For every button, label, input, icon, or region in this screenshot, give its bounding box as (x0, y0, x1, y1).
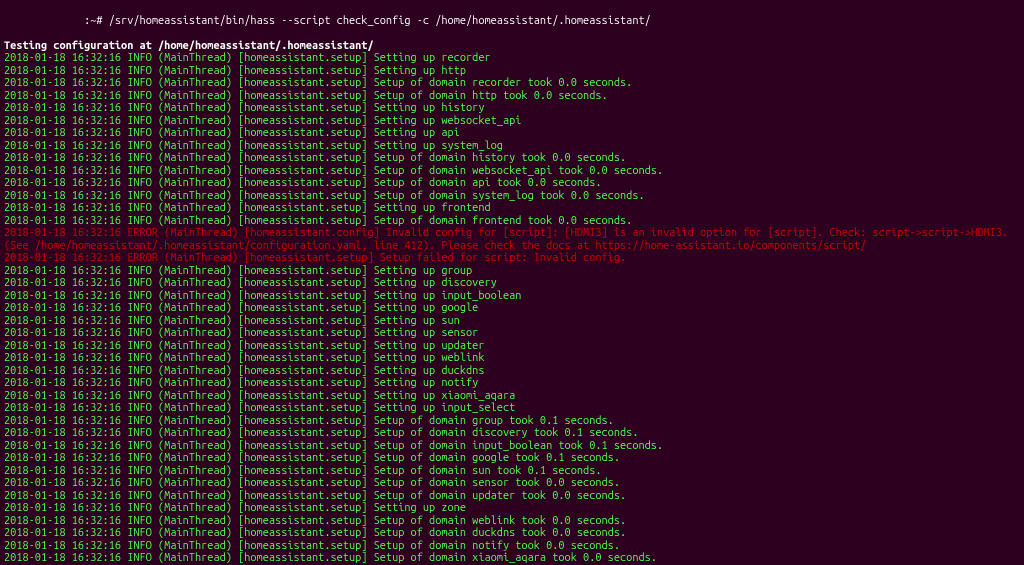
log-line-info: 2018-01-18 16:32:16 INFO (MainThread) [h… (4, 290, 1020, 303)
log-line-info: 2018-01-18 16:32:16 INFO (MainThread) [h… (4, 65, 1020, 78)
log-line-info: 2018-01-18 16:32:16 INFO (MainThread) [h… (4, 465, 1020, 478)
log-line-info: 2018-01-18 16:32:16 INFO (MainThread) [h… (4, 152, 1020, 165)
log-line-info: 2018-01-18 16:32:16 INFO (MainThread) [h… (4, 165, 1020, 178)
log-line-info: 2018-01-18 16:32:16 INFO (MainThread) [h… (4, 415, 1020, 428)
log-line-error: 2018-01-18 16:32:16 ERROR (MainThread) [… (4, 227, 1020, 252)
log-line-info: 2018-01-18 16:32:16 INFO (MainThread) [h… (4, 302, 1020, 315)
log-line-info: 2018-01-18 16:32:16 INFO (MainThread) [h… (4, 202, 1020, 215)
log-line-info: 2018-01-18 16:32:16 INFO (MainThread) [h… (4, 77, 1020, 90)
log-line-info: 2018-01-18 16:32:16 INFO (MainThread) [h… (4, 365, 1020, 378)
log-line-info: 2018-01-18 16:32:16 INFO (MainThread) [h… (4, 127, 1020, 140)
log-line-info: 2018-01-18 16:32:16 INFO (MainThread) [h… (4, 427, 1020, 440)
log-line-info: 2018-01-18 16:32:16 INFO (MainThread) [h… (4, 115, 1020, 128)
log-line-info: 2018-01-18 16:32:16 INFO (MainThread) [h… (4, 477, 1020, 490)
log-line-info: 2018-01-18 16:32:16 INFO (MainThread) [h… (4, 440, 1020, 453)
log-line-info: 2018-01-18 16:32:16 INFO (MainThread) [h… (4, 90, 1020, 103)
log-line-info: 2018-01-18 16:32:16 INFO (MainThread) [h… (4, 352, 1020, 365)
log-line-info: 2018-01-18 16:32:16 INFO (MainThread) [h… (4, 277, 1020, 290)
prompt-prefix: :~# (29, 15, 109, 27)
testing-config-line: Testing configuration at /home/homeassis… (4, 40, 1020, 53)
log-line-info: 2018-01-18 16:32:16 INFO (MainThread) [h… (4, 327, 1020, 340)
log-line-info: 2018-01-18 16:32:16 INFO (MainThread) [h… (4, 515, 1020, 528)
log-container: 2018-01-18 16:32:16 INFO (MainThread) [h… (4, 52, 1020, 565)
command-prompt-line: :~# /srv/homeassistant/bin/hass --script… (4, 2, 1020, 40)
log-line-info: 2018-01-18 16:32:16 INFO (MainThread) [h… (4, 140, 1020, 153)
log-line-info: 2018-01-18 16:32:16 INFO (MainThread) [h… (4, 527, 1020, 540)
log-line-info: 2018-01-18 16:32:16 INFO (MainThread) [h… (4, 552, 1020, 565)
log-line-info: 2018-01-18 16:32:16 INFO (MainThread) [h… (4, 52, 1020, 65)
log-line-info: 2018-01-18 16:32:16 INFO (MainThread) [h… (4, 340, 1020, 353)
terminal-output[interactable]: :~# /srv/homeassistant/bin/hass --script… (4, 2, 1020, 565)
log-line-info: 2018-01-18 16:32:16 INFO (MainThread) [h… (4, 402, 1020, 415)
log-line-info: 2018-01-18 16:32:16 INFO (MainThread) [h… (4, 502, 1020, 515)
log-line-info: 2018-01-18 16:32:16 INFO (MainThread) [h… (4, 490, 1020, 503)
log-line-info: 2018-01-18 16:32:16 INFO (MainThread) [h… (4, 540, 1020, 553)
log-line-info: 2018-01-18 16:32:16 INFO (MainThread) [h… (4, 315, 1020, 328)
log-line-info: 2018-01-18 16:32:16 INFO (MainThread) [h… (4, 215, 1020, 228)
log-line-info: 2018-01-18 16:32:16 INFO (MainThread) [h… (4, 390, 1020, 403)
log-line-info: 2018-01-18 16:32:16 INFO (MainThread) [h… (4, 102, 1020, 115)
log-line-info: 2018-01-18 16:32:16 INFO (MainThread) [h… (4, 452, 1020, 465)
log-line-info: 2018-01-18 16:32:16 INFO (MainThread) [h… (4, 265, 1020, 278)
log-line-info: 2018-01-18 16:32:16 INFO (MainThread) [h… (4, 177, 1020, 190)
log-line-info: 2018-01-18 16:32:16 INFO (MainThread) [h… (4, 377, 1020, 390)
command-text: /srv/homeassistant/bin/hass --script che… (109, 15, 651, 27)
log-line-info: 2018-01-18 16:32:16 INFO (MainThread) [h… (4, 190, 1020, 203)
log-line-error: 2018-01-18 16:32:16 ERROR (MainThread) [… (4, 252, 1020, 265)
